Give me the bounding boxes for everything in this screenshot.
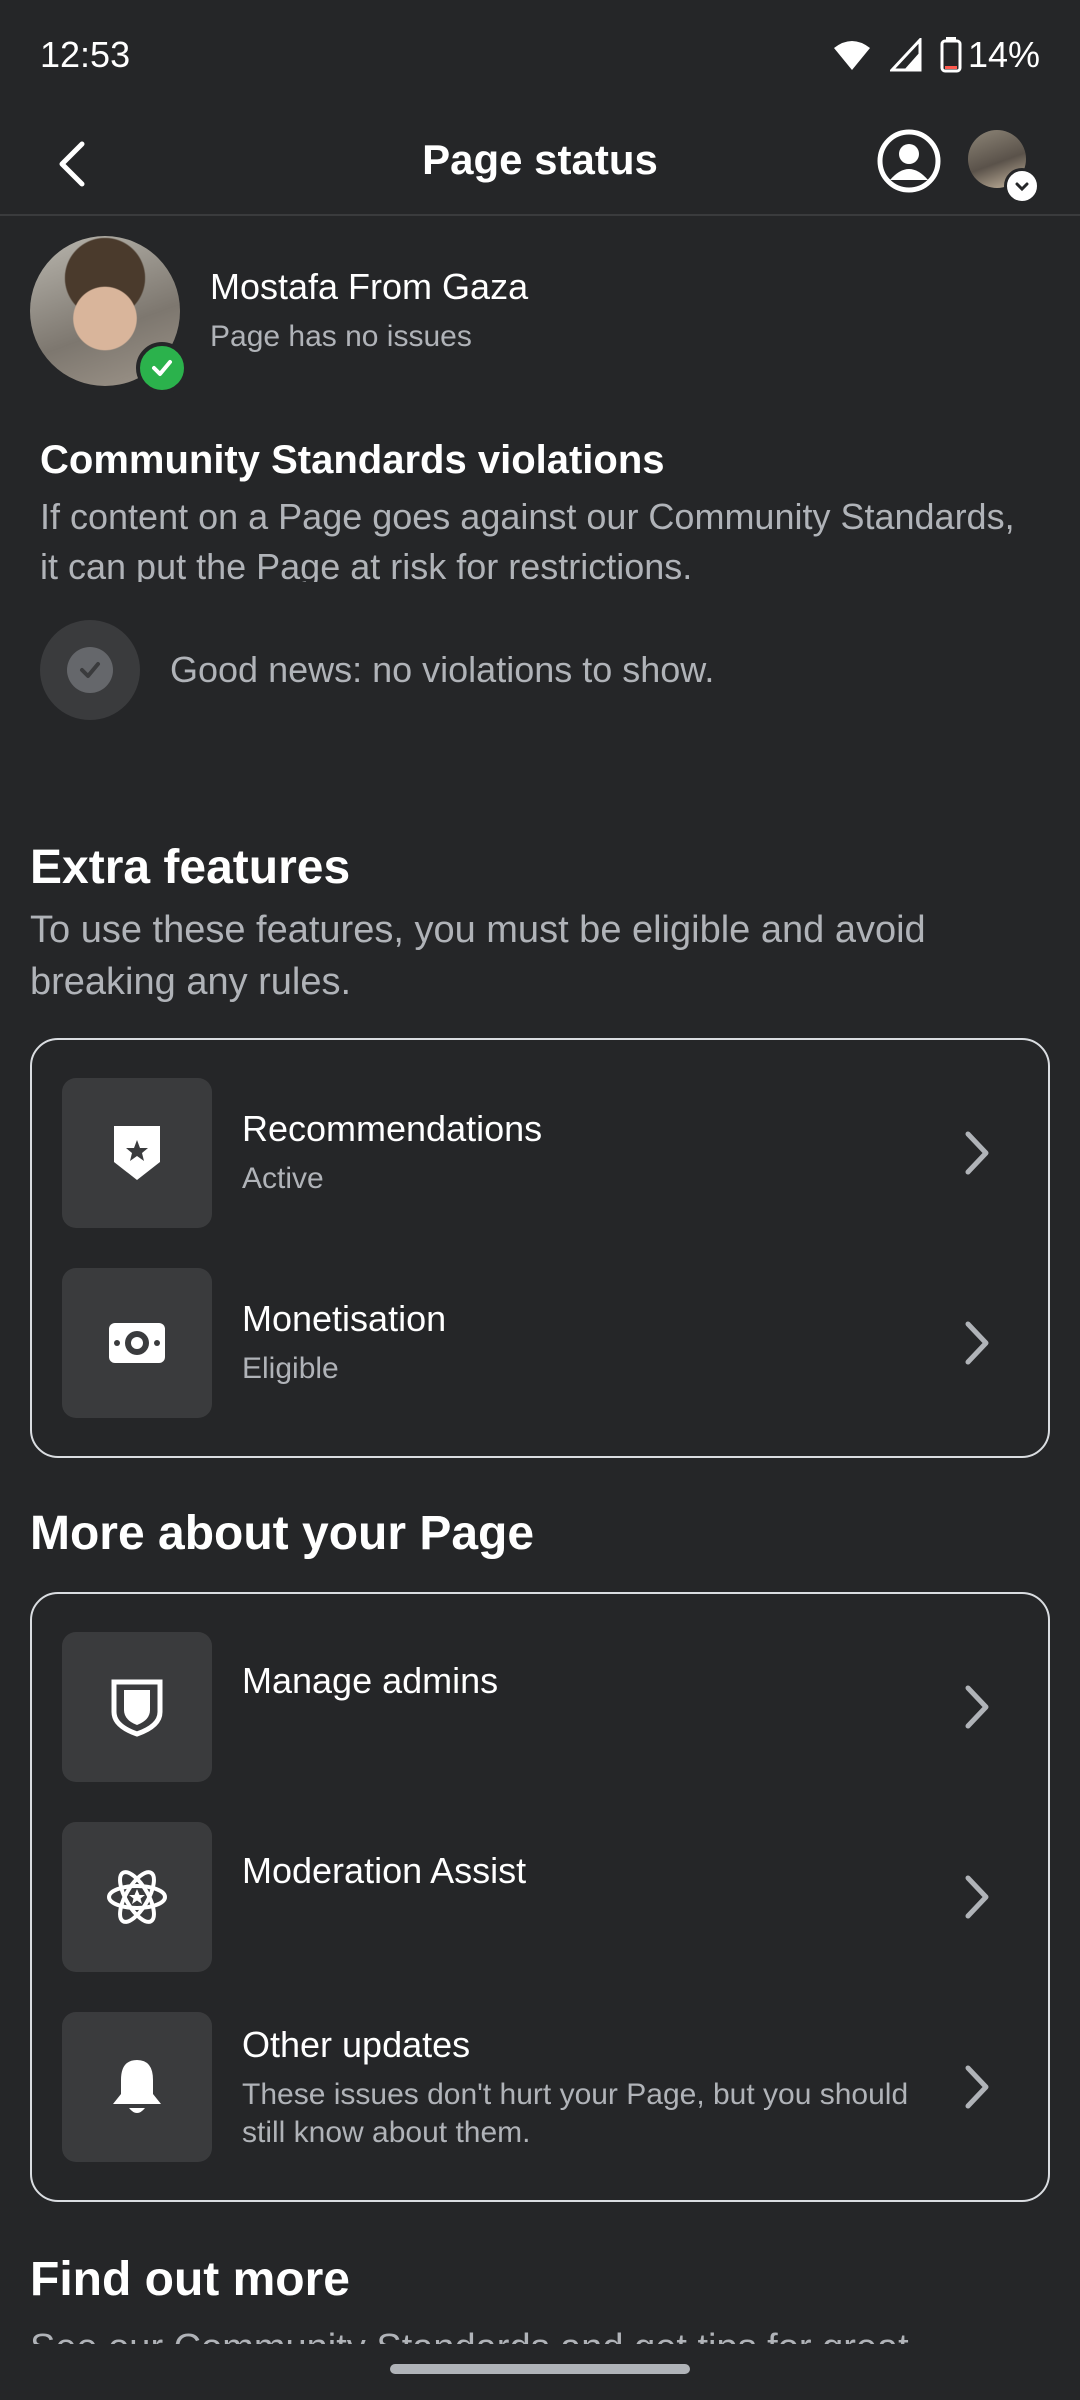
shield-star-icon <box>62 1078 212 1228</box>
monetisation-title: Monetisation <box>242 1298 447 1339</box>
status-bar: 12:53 14% <box>0 0 1080 110</box>
battery-icon <box>940 37 962 73</box>
find-out-more-description: See our Community Standards and get tips… <box>30 2322 1060 2344</box>
money-icon <box>62 1268 212 1418</box>
chevron-right-icon <box>965 1685 989 1729</box>
shield-icon <box>62 1632 212 1782</box>
chevron-right-icon <box>965 1321 989 1365</box>
cell-signal-icon <box>889 38 922 72</box>
person-circle-icon <box>877 129 941 193</box>
no-violations-text: Good news: no violations to show. <box>170 649 715 690</box>
moderation-assist-title: Moderation Assist <box>242 1850 527 1891</box>
community-standards-title: Community Standards violations <box>40 438 665 482</box>
recommendations-row[interactable]: Recommendations Active <box>62 1078 1022 1228</box>
bell-icon <box>62 2012 212 2162</box>
chevron-right-icon <box>965 1131 989 1175</box>
battery-percent: 14% <box>967 34 1040 75</box>
check-badge-icon <box>136 342 188 394</box>
other-updates-row[interactable]: Other updates These issues don't hurt yo… <box>62 2012 1022 2162</box>
more-about-title: More about your Page <box>30 1507 535 1560</box>
recommendations-status: Active <box>242 1162 324 1195</box>
page-header: Mostafa From Gaza Page has no issues <box>30 236 1050 394</box>
profile-button[interactable] <box>876 128 942 194</box>
status-icons: 14% <box>832 34 1040 76</box>
account-switcher[interactable] <box>968 130 1040 204</box>
extra-features-title: Extra features <box>30 841 351 894</box>
moderation-assist-row[interactable]: Moderation Assist <box>62 1822 1022 1972</box>
manage-admins-title: Manage admins <box>242 1660 499 1701</box>
battery-group: 14% <box>940 34 1040 76</box>
community-standards-description: If content on a Page goes against our Co… <box>40 496 1015 582</box>
more-about-card: Manage admins Moderation Assist Other up… <box>30 1592 1050 2202</box>
find-out-more-title: Find out more <box>30 2253 350 2306</box>
page-name: Mostafa From Gaza <box>210 266 529 307</box>
check-circle-icon <box>40 620 140 720</box>
chevron-down-icon <box>1004 168 1040 204</box>
home-indicator[interactable] <box>390 2364 690 2374</box>
status-time: 12:53 <box>40 34 131 75</box>
wifi-icon <box>833 41 870 70</box>
extra-features-card: Recommendations Active Monetisation Elig… <box>30 1038 1050 1458</box>
page-health-status: Page has no issues <box>210 320 472 353</box>
monetisation-status: Eligible <box>242 1352 339 1385</box>
other-updates-title: Other updates <box>242 2024 471 2065</box>
top-app-bar: Page status <box>0 110 1080 216</box>
chevron-right-icon <box>965 2065 989 2109</box>
recommendations-title: Recommendations <box>242 1108 543 1149</box>
manage-admins-row[interactable]: Manage admins <box>62 1632 1022 1782</box>
atom-star-icon <box>62 1822 212 1972</box>
monetisation-row[interactable]: Monetisation Eligible <box>62 1268 1022 1418</box>
no-violations-state: Good news: no violations to show. <box>40 620 714 720</box>
other-updates-description: These issues don't hurt your Page, but y… <box>242 2078 909 2149</box>
chevron-right-icon <box>965 1875 989 1919</box>
extra-features-description: To use these features, you must be eligi… <box>30 909 926 1003</box>
